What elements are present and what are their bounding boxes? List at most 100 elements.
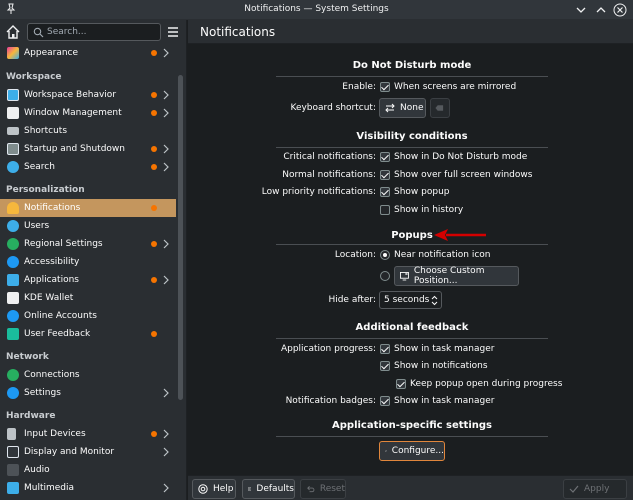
reset-button[interactable]: Reset (300, 479, 346, 499)
category-workspace: Workspace (6, 72, 62, 82)
sidebar-item-appearance[interactable]: Appearance (0, 44, 176, 63)
sidebar-nav: Appearance Workspace Workspace Behavior … (0, 44, 176, 497)
minimize-icon[interactable] (573, 2, 589, 18)
badges-task-manager-checkbox[interactable] (380, 396, 390, 406)
sidebar-item-display-monitor[interactable]: Display and Monitor (0, 443, 176, 461)
low-priority-history-checkbox[interactable] (380, 205, 390, 215)
settings-page: Notifications Do Not Disturb mode Enable… (188, 20, 633, 500)
progress-task-manager-option: Show in task manager (394, 344, 495, 354)
section-divider (276, 338, 548, 339)
search-input[interactable] (47, 26, 157, 38)
online-accounts-icon (7, 310, 19, 322)
sidebar-item-user-feedback[interactable]: User Feedback (0, 325, 176, 343)
critical-dnd-checkbox[interactable] (380, 152, 390, 162)
progress-notifications-option: Show in notifications (394, 361, 488, 371)
spin-arrows-icon[interactable] (431, 295, 438, 306)
sidebar-scrollbar[interactable] (176, 50, 184, 500)
search-field[interactable] (27, 23, 161, 41)
section-divider (276, 147, 548, 148)
keep-popup-checkbox[interactable] (396, 379, 406, 389)
section-heading-visibility: Visibility conditions (356, 131, 468, 142)
users-icon (7, 220, 19, 232)
normal-label: Normal notifications: (282, 170, 376, 180)
progress-notifications-checkbox[interactable] (380, 361, 390, 371)
sidebar-item-connections[interactable]: Connections (0, 366, 176, 384)
chevron-right-icon (163, 388, 169, 398)
network-globe-icon (7, 369, 19, 381)
sidebar-item-multimedia[interactable]: Multimedia (0, 479, 176, 497)
sidebar-item-label: Accessibility (24, 257, 80, 267)
window-titlebar[interactable]: Notifications — System Settings (0, 0, 633, 20)
search-settings-icon (7, 161, 19, 173)
input-devices-icon (7, 428, 16, 440)
sidebar-item-label: Online Accounts (24, 311, 97, 321)
clear-shortcut-button[interactable] (430, 98, 450, 118)
help-button[interactable]: Help (192, 479, 236, 499)
dnd-mirrored-checkbox[interactable] (380, 82, 390, 92)
modified-dot (151, 205, 157, 211)
app-progress-label: Application progress: (280, 344, 376, 354)
home-button[interactable] (4, 23, 22, 41)
sidebar-item-shortcuts[interactable]: Shortcuts (0, 122, 176, 140)
sidebar-item-users[interactable]: Users (0, 217, 176, 235)
sidebar-item-workspace-behavior[interactable]: Workspace Behavior (0, 86, 176, 104)
sidebar-item-input-devices[interactable]: Input Devices (0, 425, 176, 443)
sidebar-item-applications[interactable]: Applications (0, 271, 176, 289)
sidebar-item-kde-wallet[interactable]: KDE Wallet (0, 289, 176, 307)
maximize-icon[interactable] (593, 2, 609, 18)
low-priority-popup-checkbox[interactable] (380, 187, 390, 197)
annotation-arrow-icon (434, 229, 486, 241)
section-heading-feedback: Additional feedback (355, 322, 469, 333)
near-icon-radio[interactable] (380, 250, 390, 260)
content-scrollbar[interactable] (615, 44, 627, 474)
configure-button[interactable]: Configure... (379, 441, 445, 461)
hamburger-menu-icon[interactable] (166, 25, 180, 39)
reset-label: Reset (319, 484, 345, 494)
sidebar-item-label: Window Management (24, 108, 122, 118)
sidebar-item-notifications[interactable]: Notifications (0, 199, 176, 217)
help-icon (198, 484, 208, 494)
sidebar-item-audio[interactable]: Audio (0, 461, 176, 479)
sidebar-item-label: Search (24, 162, 55, 172)
defaults-button[interactable]: Defaults (242, 479, 295, 499)
network-settings-icon (7, 387, 19, 399)
sidebar-item-network-settings[interactable]: Settings (0, 384, 176, 402)
appearance-icon (7, 47, 19, 59)
section-divider (276, 244, 548, 245)
sidebar-item-startup-shutdown[interactable]: Startup and Shutdown (0, 140, 176, 158)
normal-fullscreen-checkbox[interactable] (380, 170, 390, 180)
configure-icon (385, 450, 387, 452)
screen-position-icon (400, 271, 409, 281)
close-icon[interactable] (612, 2, 628, 18)
sidebar-item-label: Connections (24, 370, 80, 380)
sidebar-scrollbar-thumb[interactable] (178, 75, 183, 400)
dnd-mirrored-option: When screens are mirrored (394, 82, 517, 92)
choose-custom-position-button[interactable]: Choose Custom Position... (394, 266, 519, 286)
modified-dot (151, 164, 157, 170)
shortcut-icon (385, 103, 395, 113)
sidebar-item-label: Input Devices (24, 429, 86, 439)
badges-task-manager-option: Show in task manager (394, 396, 495, 406)
sidebar-item-online-accounts[interactable]: Online Accounts (0, 307, 176, 325)
chevron-right-icon (163, 144, 169, 154)
shortcut-button[interactable]: None (379, 98, 426, 118)
sidebar-item-window-management[interactable]: Window Management (0, 104, 176, 122)
window-title: Notifications — System Settings (244, 4, 389, 14)
apply-button[interactable]: Apply (563, 479, 627, 499)
sidebar-item-label: Applications (24, 275, 79, 285)
sidebar-item-label: Shortcuts (24, 126, 68, 136)
sidebar-item-label: Users (24, 221, 50, 231)
checkmark-icon (569, 485, 579, 493)
sidebar-item-accessibility[interactable]: Accessibility (0, 253, 176, 271)
hide-after-spinbox[interactable]: 5 seconds (379, 291, 442, 309)
keyboard-shortcut-label: Keyboard shortcut: (290, 103, 376, 113)
sidebar-item-label: Settings (24, 388, 61, 398)
modified-dot (151, 331, 157, 337)
progress-task-manager-checkbox[interactable] (380, 344, 390, 354)
chevron-right-icon (163, 275, 169, 285)
search-icon (33, 27, 44, 38)
sidebar-item-regional-settings[interactable]: Regional Settings (0, 235, 176, 253)
sidebar-item-search[interactable]: Search (0, 158, 176, 176)
custom-position-radio[interactable] (380, 271, 390, 281)
undo-icon (307, 486, 315, 493)
